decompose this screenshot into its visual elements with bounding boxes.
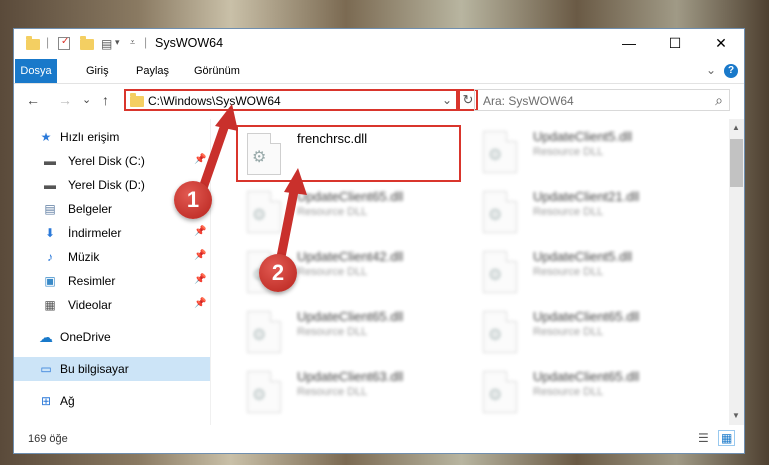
arrow-1 xyxy=(198,104,238,193)
step-badge-1: 1 xyxy=(174,181,212,219)
arrow-2 xyxy=(275,168,307,267)
step-badge-2: 2 xyxy=(259,254,297,292)
annotation-arrows xyxy=(198,104,307,267)
